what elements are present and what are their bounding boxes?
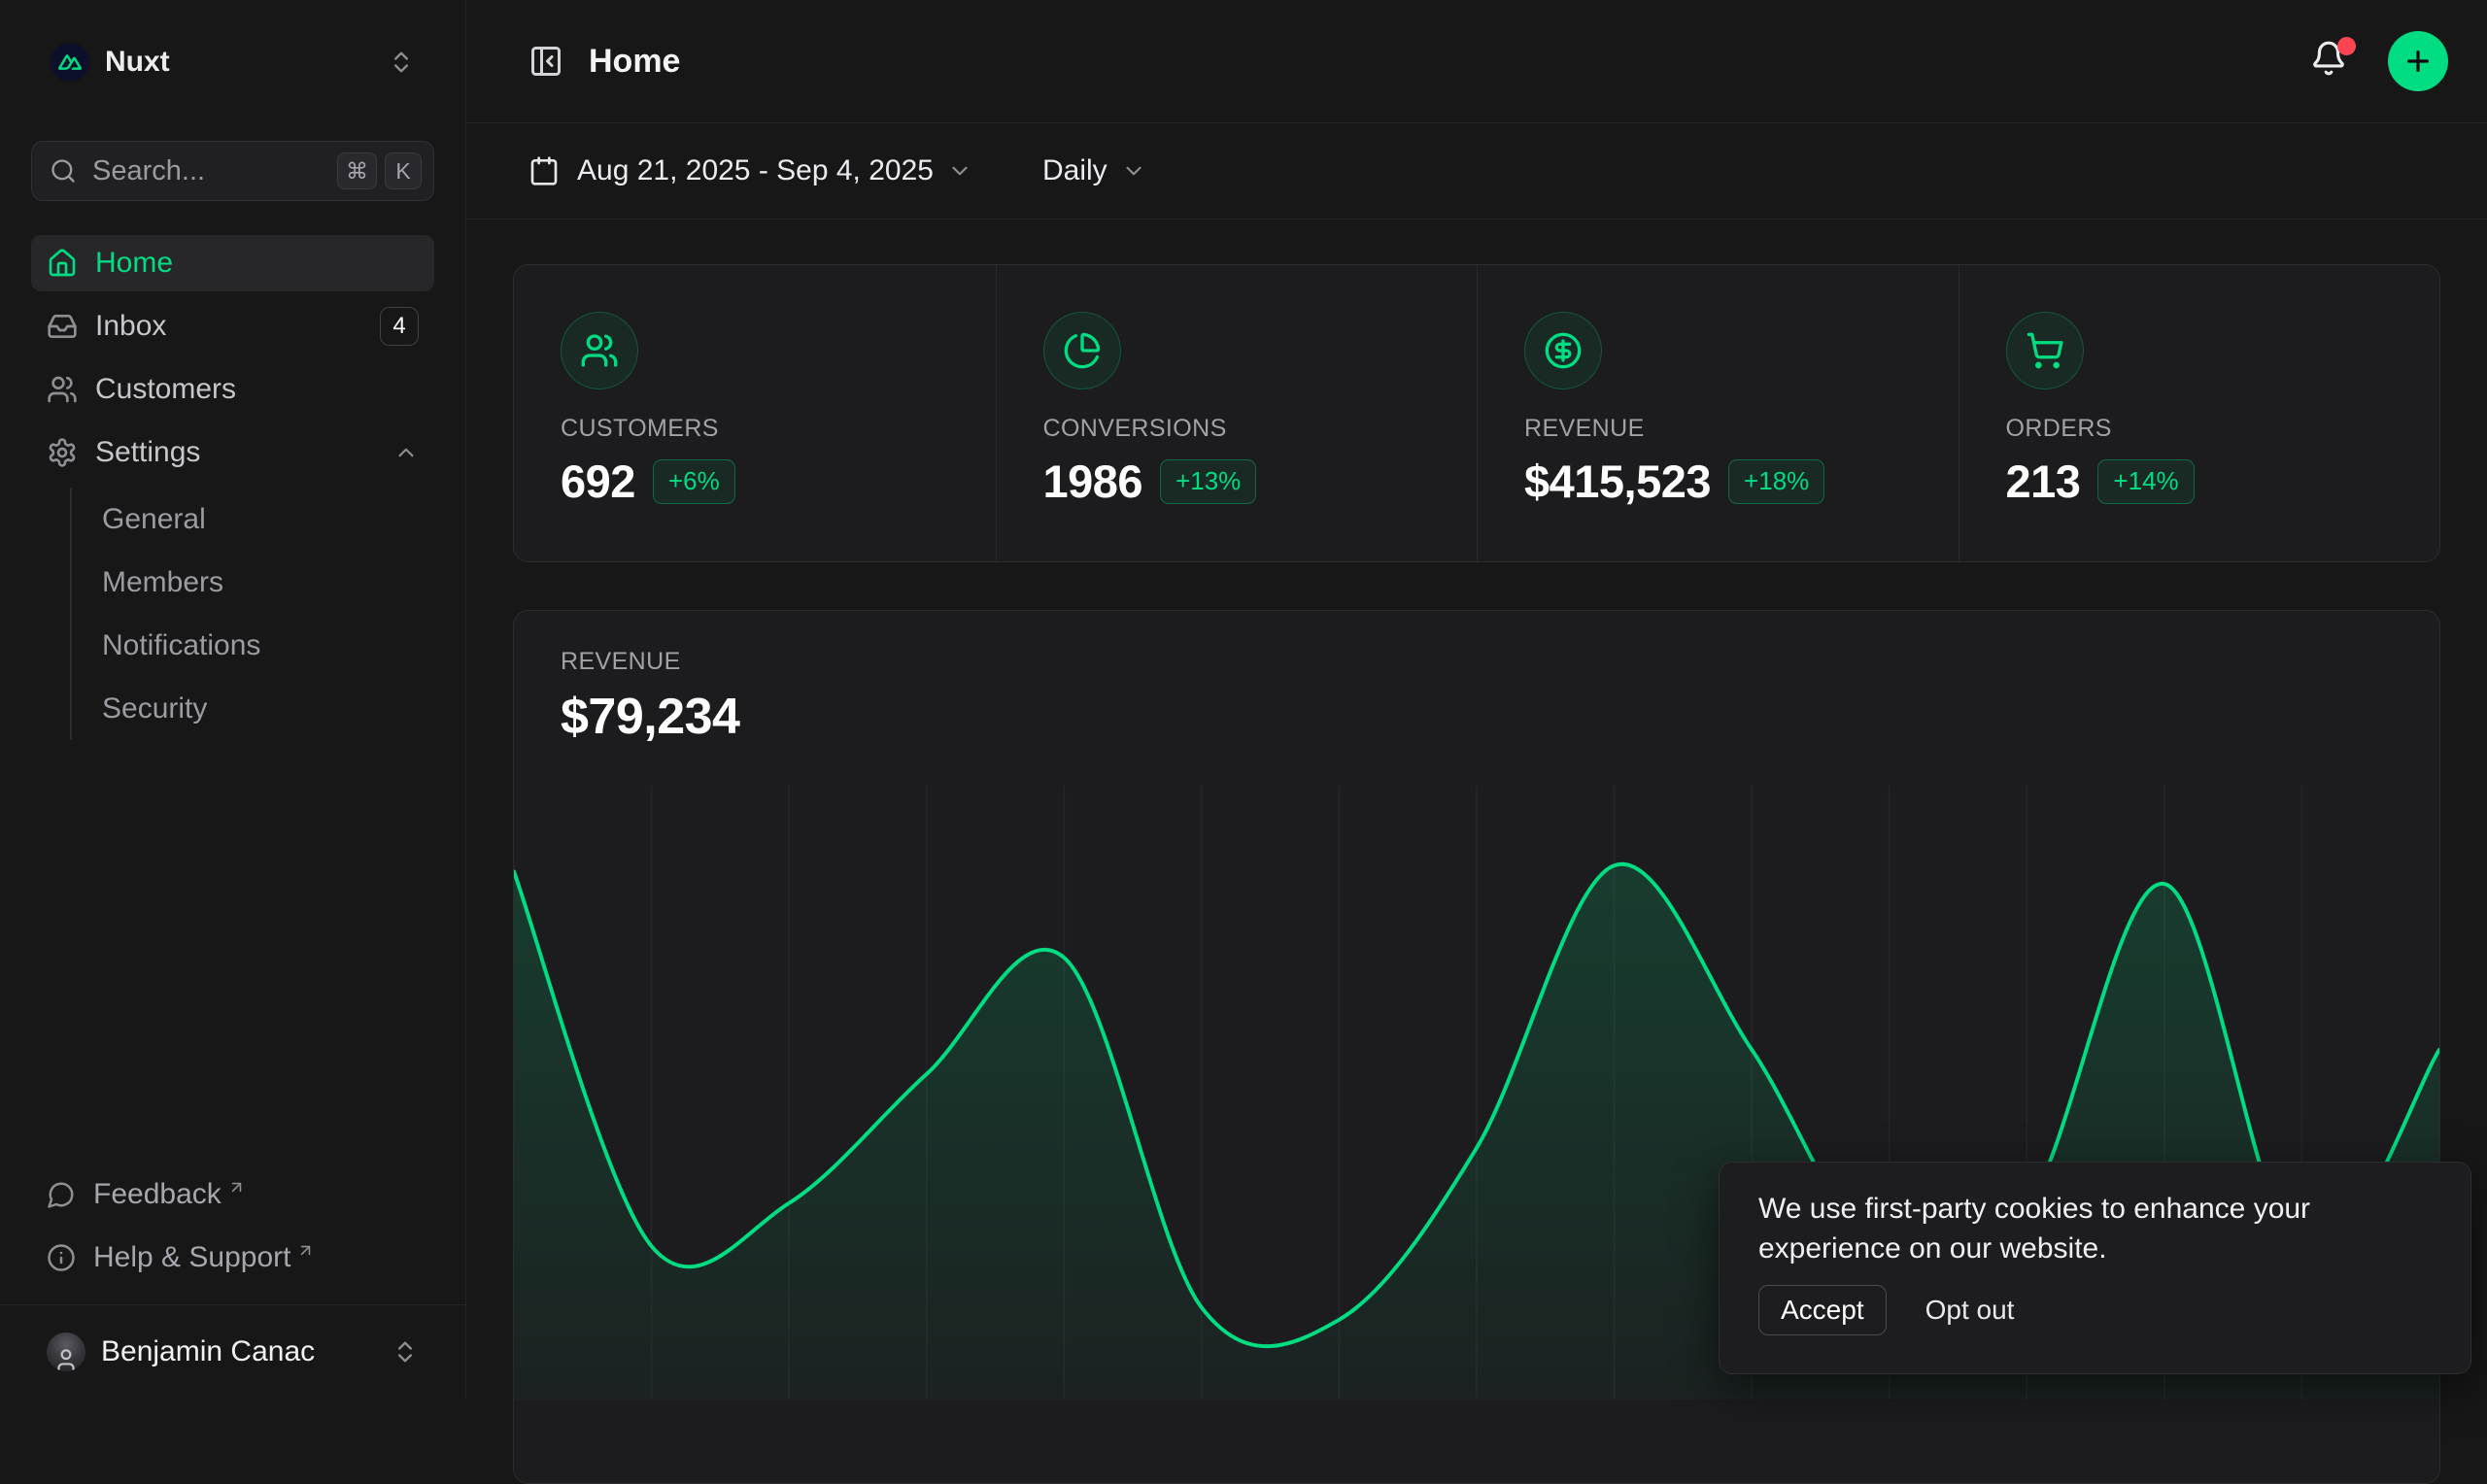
stat-label: ORDERS bbox=[2006, 415, 2394, 443]
stat-card-revenue[interactable]: REVENUE $415,523 +18% bbox=[1477, 265, 1959, 561]
notification-dot bbox=[2337, 37, 2356, 55]
gear-icon bbox=[47, 437, 78, 468]
sidebar-item-label: Feedback bbox=[93, 1178, 221, 1211]
stat-delta-badge: +14% bbox=[2097, 459, 2194, 504]
stat-label: CUSTOMERS bbox=[561, 415, 949, 443]
house-icon bbox=[47, 248, 78, 279]
sidebar-item-label: Customers bbox=[95, 373, 236, 406]
stat-card-orders[interactable]: ORDERS 213 +14% bbox=[1959, 265, 2440, 561]
cookie-message: We use first-party cookies to enhance yo… bbox=[1758, 1189, 2432, 1268]
sidebar-item-help-support[interactable]: Help & Support bbox=[31, 1230, 434, 1286]
page-header: Home bbox=[466, 0, 2487, 123]
pie-chart-icon bbox=[1063, 331, 1102, 370]
stat-value: 692 bbox=[561, 455, 635, 508]
inbox-icon bbox=[47, 311, 78, 342]
users-icon bbox=[580, 331, 619, 370]
header-actions bbox=[2310, 31, 2448, 91]
sidebar-item-home[interactable]: Home bbox=[31, 235, 434, 291]
chevron-down-icon bbox=[947, 158, 972, 184]
notifications-button[interactable] bbox=[2310, 40, 2353, 83]
page-title: Home bbox=[589, 43, 680, 81]
stat-icon-badge bbox=[2006, 312, 2084, 389]
opt-out-button[interactable]: Opt out bbox=[1925, 1295, 2015, 1326]
workspace-name: Nuxt bbox=[105, 46, 170, 79]
search-input[interactable]: Search... ⌘ K bbox=[31, 141, 434, 201]
search-shortcut: ⌘ K bbox=[337, 152, 422, 189]
panel-left-close-icon[interactable] bbox=[528, 44, 563, 79]
sidebar-item-feedback[interactable]: Feedback bbox=[31, 1166, 434, 1223]
user-name: Benjamin Canac bbox=[101, 1335, 315, 1368]
chevron-up-icon bbox=[393, 440, 419, 465]
cookie-banner: We use first-party cookies to enhance yo… bbox=[1719, 1162, 2471, 1374]
user-menu[interactable]: Benjamin Canac bbox=[0, 1304, 465, 1399]
sidebar-item-customers[interactable]: Customers bbox=[31, 361, 434, 418]
filters-toolbar: Aug 21, 2025 - Sep 4, 2025 Daily bbox=[466, 123, 2487, 219]
period-value: Daily bbox=[1042, 154, 1107, 187]
sidebar: Nuxt Search... ⌘ K Home Inbox 4 Customer… bbox=[0, 0, 466, 1399]
stat-icon-badge bbox=[561, 312, 638, 389]
calendar-icon bbox=[528, 155, 560, 186]
stat-label: CONVERSIONS bbox=[1043, 415, 1431, 443]
message-circle-icon bbox=[47, 1180, 76, 1209]
stat-delta-badge: +6% bbox=[653, 459, 735, 504]
info-icon bbox=[47, 1243, 76, 1272]
chevrons-up-down-icon bbox=[392, 1338, 419, 1366]
stat-value: 213 bbox=[2006, 455, 2081, 508]
plus-icon bbox=[2402, 46, 2434, 77]
sidebar-spacer bbox=[31, 740, 434, 1166]
users-icon bbox=[47, 374, 78, 405]
settings-subnav: General Members Notifications Security bbox=[70, 488, 434, 740]
shopping-cart-icon bbox=[2026, 331, 2064, 370]
sidebar-item-label: Inbox bbox=[95, 310, 166, 343]
inbox-count-badge: 4 bbox=[380, 307, 419, 346]
sidebar-footer-nav: Feedback Help & Support bbox=[31, 1166, 434, 1286]
sidebar-nav: Home Inbox 4 Customers Settings General … bbox=[31, 235, 434, 740]
stat-icon-badge bbox=[1524, 312, 1602, 389]
kbd-k: K bbox=[385, 152, 422, 189]
nuxt-logo-icon bbox=[51, 43, 89, 82]
revenue-chart-label: REVENUE bbox=[561, 648, 2393, 676]
sidebar-subitem-members[interactable]: Members bbox=[72, 551, 434, 614]
stat-delta-badge: +18% bbox=[1728, 459, 1824, 504]
date-range-picker[interactable]: Aug 21, 2025 - Sep 4, 2025 bbox=[528, 154, 972, 187]
stat-label: REVENUE bbox=[1524, 415, 1912, 443]
chevrons-up-down-icon bbox=[388, 49, 415, 76]
revenue-chart-value: $79,234 bbox=[561, 688, 2393, 746]
person-icon bbox=[53, 1346, 79, 1371]
sidebar-item-settings[interactable]: Settings bbox=[31, 424, 434, 481]
circle-dollar-icon bbox=[1544, 331, 1583, 370]
stat-card-customers[interactable]: CUSTOMERS 692 +6% bbox=[514, 265, 996, 561]
workspace-switcher[interactable]: Nuxt bbox=[31, 0, 434, 124]
kbd-cmd: ⌘ bbox=[337, 152, 377, 189]
period-select[interactable]: Daily bbox=[1042, 154, 1146, 187]
accept-button[interactable]: Accept bbox=[1758, 1285, 1887, 1335]
sidebar-item-label: Help & Support bbox=[93, 1241, 290, 1274]
sidebar-item-label: Settings bbox=[95, 436, 200, 469]
avatar bbox=[47, 1332, 85, 1371]
sidebar-subitem-general[interactable]: General bbox=[72, 488, 434, 551]
date-range-value: Aug 21, 2025 - Sep 4, 2025 bbox=[577, 154, 934, 187]
stats-card-group: CUSTOMERS 692 +6% CONVERSIONS 1986 +13% bbox=[513, 264, 2440, 562]
stat-value: 1986 bbox=[1043, 455, 1143, 508]
arrow-up-right-icon bbox=[296, 1241, 315, 1260]
stat-value: $415,523 bbox=[1524, 455, 1711, 508]
sidebar-subitem-notifications[interactable]: Notifications bbox=[72, 614, 434, 677]
arrow-up-right-icon bbox=[227, 1178, 246, 1197]
sidebar-item-inbox[interactable]: Inbox 4 bbox=[31, 298, 434, 354]
chevron-down-icon bbox=[1121, 158, 1146, 184]
stat-icon-badge bbox=[1043, 312, 1121, 389]
search-placeholder: Search... bbox=[92, 155, 205, 187]
search-icon bbox=[50, 157, 77, 185]
stat-delta-badge: +13% bbox=[1160, 459, 1256, 504]
sidebar-subitem-security[interactable]: Security bbox=[72, 677, 434, 740]
sidebar-item-label: Home bbox=[95, 247, 173, 280]
cookie-actions: Accept Opt out bbox=[1758, 1285, 2432, 1335]
add-button[interactable] bbox=[2388, 31, 2448, 91]
stat-card-conversions[interactable]: CONVERSIONS 1986 +13% bbox=[996, 265, 1478, 561]
